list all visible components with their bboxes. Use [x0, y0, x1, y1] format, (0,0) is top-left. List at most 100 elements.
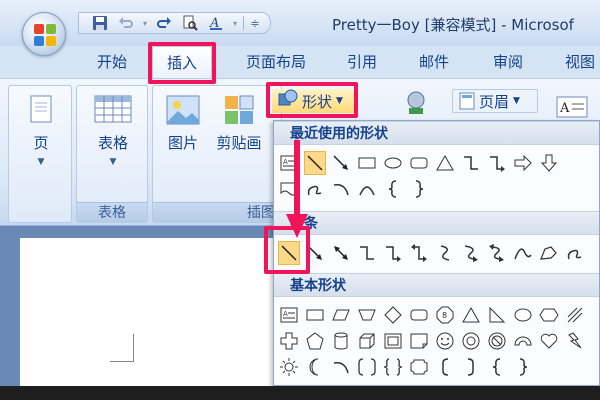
folded-corner-icon[interactable]	[408, 329, 430, 353]
sun-icon[interactable]	[278, 355, 300, 379]
right-brace-basic-icon[interactable]	[512, 355, 534, 379]
tab-mailings[interactable]: 邮件	[410, 46, 458, 78]
rectangle-basic-icon[interactable]	[304, 303, 326, 327]
margin-crop-mark	[110, 334, 134, 362]
curved-double-arrow-icon[interactable]	[486, 241, 508, 265]
trapezoid-icon[interactable]	[356, 303, 378, 327]
table-group-label: 表格	[77, 202, 147, 222]
curve-line-icon[interactable]	[512, 241, 534, 265]
shapes-button-highlight	[266, 82, 358, 118]
page-icon	[27, 94, 55, 126]
office-logo-icon	[34, 24, 56, 46]
text-box-basic-icon[interactable]: A	[278, 303, 300, 327]
triangle-shape-icon[interactable]	[434, 151, 456, 175]
undo-dropdown-icon[interactable]: ▾	[141, 14, 149, 32]
cross-hatch-icon[interactable]	[564, 303, 586, 327]
tab-view[interactable]: 视图	[556, 46, 600, 78]
double-bracket-icon[interactable]	[356, 355, 378, 379]
pentagon-icon[interactable]	[304, 329, 326, 353]
curved-arrow-connector-icon[interactable]	[460, 241, 482, 265]
smartart-button[interactable]	[398, 91, 434, 115]
clipart-label: 剪贴画	[216, 134, 262, 152]
tab-page-layout[interactable]: 页面布局	[236, 46, 316, 78]
freeform-line-icon[interactable]	[538, 241, 560, 265]
right-brace-shape-icon[interactable]	[408, 177, 430, 201]
down-arrow-shape-icon[interactable]	[538, 151, 560, 175]
heart-icon[interactable]	[538, 329, 560, 353]
office-button[interactable]	[22, 12, 66, 56]
lightning-bolt-icon[interactable]	[564, 329, 586, 353]
ribbon-tabs: 开始 插入 页面布局 引用 邮件 审阅 视图	[0, 46, 600, 78]
bevel-icon[interactable]	[382, 329, 404, 353]
save-icon[interactable]	[89, 14, 111, 32]
clipart-button[interactable]: 剪贴画	[213, 94, 265, 153]
right-bracket-icon[interactable]	[460, 355, 482, 379]
curved-connector-icon[interactable]	[434, 241, 456, 265]
print-preview-icon[interactable]	[179, 14, 201, 32]
left-brace-shape-icon[interactable]	[382, 177, 404, 201]
left-brace-basic-icon[interactable]	[486, 355, 508, 379]
arc-shape-icon[interactable]	[330, 177, 352, 201]
arc-basic-icon[interactable]	[330, 355, 352, 379]
isosceles-triangle-icon[interactable]	[460, 303, 482, 327]
elbow-connector-icon[interactable]	[460, 151, 482, 175]
curve-shape-icon[interactable]	[356, 177, 378, 201]
elbow-arrow-line-icon[interactable]	[382, 241, 404, 265]
elbow-double-arrow-line-icon[interactable]	[408, 241, 430, 265]
page-button[interactable]: 页 ▼	[19, 94, 63, 167]
scribble-line-icon[interactable]	[564, 241, 586, 265]
cube-icon[interactable]	[356, 329, 378, 353]
textbox-button[interactable]: A	[556, 95, 596, 119]
plus-shape-icon[interactable]	[278, 329, 300, 353]
pages-group: 页 ▼	[8, 85, 72, 223]
table-button[interactable]: 表格 ▼	[85, 94, 141, 167]
octagon-icon[interactable]: 8	[434, 303, 456, 327]
rounded-rect-basic-icon[interactable]	[408, 303, 430, 327]
double-arrow-line-icon[interactable]	[330, 241, 352, 265]
table-label: 表格	[97, 134, 128, 152]
diamond-icon[interactable]	[382, 303, 404, 327]
header-button[interactable]: 页眉 ▼	[452, 89, 538, 113]
plaque-icon[interactable]	[408, 355, 430, 379]
window-title: Pretty一Boy [兼容模式] - Microsof	[332, 16, 574, 34]
double-brace-icon[interactable]	[382, 355, 404, 379]
font-color-dropdown-icon[interactable]: ▾	[231, 14, 239, 32]
tab-review[interactable]: 审阅	[484, 46, 532, 78]
no-symbol-icon[interactable]	[486, 329, 508, 353]
customize-qat-icon[interactable]: ≑	[248, 14, 262, 32]
redo-icon[interactable]	[153, 14, 175, 32]
smiley-face-icon[interactable]	[434, 329, 456, 353]
block-arc-icon[interactable]	[512, 329, 534, 353]
rectangle-shape-icon[interactable]	[356, 151, 378, 175]
elbow-arrow-connector-icon[interactable]	[486, 151, 508, 175]
moon-icon[interactable]	[304, 355, 326, 379]
picture-button[interactable]: 图片	[159, 94, 207, 153]
can-shape-icon[interactable]	[330, 329, 352, 353]
svg-text:8: 8	[442, 311, 447, 320]
oval-basic-icon[interactable]	[512, 303, 534, 327]
parallelogram-icon[interactable]	[330, 303, 352, 327]
undo-icon[interactable]	[115, 14, 137, 32]
donut-icon[interactable]	[460, 329, 482, 353]
font-color-icon[interactable]: A	[205, 14, 227, 32]
tab-references[interactable]: 引用	[338, 46, 386, 78]
picture-label: 图片	[167, 134, 198, 152]
table-icon	[93, 94, 133, 126]
quick-access-toolbar: ▾ A ▾ ≑	[78, 12, 271, 34]
elbow-connector-line-icon[interactable]	[356, 241, 378, 265]
bottom-strip	[0, 386, 600, 400]
smartart-icon	[407, 91, 425, 114]
qat-separator	[243, 16, 244, 30]
right-triangle-icon[interactable]	[486, 303, 508, 327]
oval-shape-icon[interactable]	[382, 151, 404, 175]
svg-text:A: A	[559, 101, 570, 116]
basic-shapes-heading: 基本形状	[274, 273, 599, 297]
rounded-rectangle-shape-icon[interactable]	[408, 151, 430, 175]
recent-shapes-heading: 最近使用的形状	[274, 121, 599, 145]
hexagon-icon[interactable]	[538, 303, 560, 327]
tab-home[interactable]: 开始	[88, 46, 136, 78]
document-page[interactable]	[20, 238, 273, 386]
arrow-shape-icon[interactable]	[330, 151, 352, 175]
left-bracket-icon[interactable]	[434, 355, 456, 379]
right-arrow-shape-icon[interactable]	[512, 151, 534, 175]
